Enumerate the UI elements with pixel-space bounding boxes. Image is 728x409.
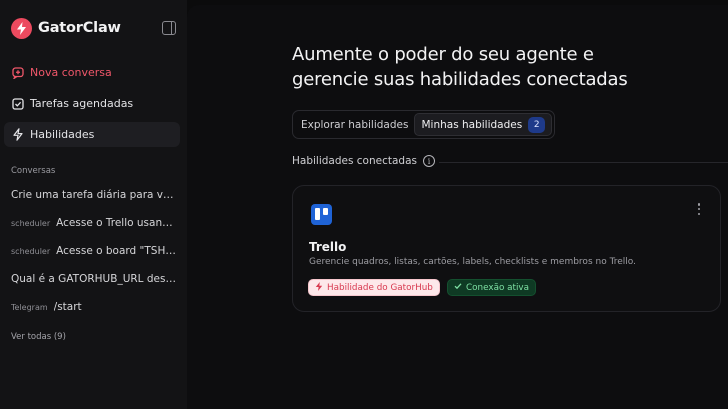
main-area: Aumente o poder do seu agente e gerencie…: [187, 0, 728, 409]
connected-skills-label: Habilidades conectadas: [292, 155, 417, 167]
conversation-title: Acesse o Trello usand...: [56, 217, 177, 229]
chat-plus-icon: [12, 66, 24, 79]
skill-description: Gerencie quadros, listas, cartões, label…: [309, 257, 636, 267]
count-badge: 2: [528, 116, 546, 133]
skills-tabs: Explorar habilidades Minhas habilidades …: [292, 110, 556, 139]
conversation-tag: scheduler: [11, 247, 51, 256]
divider: [439, 162, 728, 163]
page-title: Aumente o poder do seu agente e gerencie…: [292, 42, 712, 92]
sidebar-toggle-icon[interactable]: [162, 21, 176, 35]
checkbox-icon: [12, 97, 24, 110]
gatorhub-skill-badge: Habilidade do GatorHub: [308, 279, 440, 296]
page-title-line-2: gerencie suas habilidades conectadas: [292, 69, 628, 90]
conversation-item[interactable]: Qual é a GATORHUB_URL dest...: [11, 273, 177, 289]
conversation-title: Qual é a GATORHUB_URL dest...: [11, 273, 177, 285]
badge-label: Habilidade do GatorHub: [327, 282, 433, 293]
new-chat-button[interactable]: Nova conversa: [4, 60, 180, 85]
info-icon[interactable]: i: [423, 155, 435, 167]
connection-status-badge: Conexão ativa: [447, 279, 537, 296]
conversation-item[interactable]: scheduler Acesse o Trello usand...: [11, 217, 177, 233]
badge-label: Conexão ativa: [466, 282, 530, 293]
sidebar-item-skills[interactable]: Habilidades: [4, 122, 180, 147]
skill-card-trello[interactable]: Trello Gerencie quadros, listas, cartões…: [292, 185, 721, 312]
main-panel: Aumente o poder do seu agente e gerencie…: [187, 5, 728, 409]
connected-skills-header: Habilidades conectadas i: [292, 155, 435, 167]
page-title-line-1: Aumente o poder do seu agente e: [292, 44, 594, 65]
scheduled-tasks-label: Tarefas agendadas: [30, 97, 134, 110]
conversation-item[interactable]: Telegram /start: [11, 301, 177, 317]
conversation-title: Crie uma tarefa diária para ver...: [11, 189, 177, 201]
conversation-tag: Telegram: [11, 303, 48, 312]
conversation-title: /start: [53, 301, 82, 313]
sidebar: GatorClaw Nova conversa Tarefas agendada…: [0, 0, 187, 409]
trello-logo-icon: [311, 204, 332, 225]
lightning-logo-icon: [11, 17, 32, 39]
sidebar-item-scheduled-tasks[interactable]: Tarefas agendadas: [4, 91, 180, 116]
tab-my-skills[interactable]: Minhas habilidades 2: [414, 113, 553, 136]
new-chat-label: Nova conversa: [30, 66, 112, 79]
skill-title: Trello: [309, 240, 347, 254]
lightning-icon: [315, 281, 323, 294]
brand[interactable]: GatorClaw: [11, 17, 121, 39]
more-options-icon[interactable]: [696, 202, 702, 216]
lightning-icon: [12, 128, 24, 141]
conversation-title: Acesse o board "TSHS...: [56, 245, 177, 257]
skills-label: Habilidades: [30, 128, 95, 141]
tab-explore-skills[interactable]: Explorar habilidades: [295, 113, 414, 136]
see-all-conversations-link[interactable]: Ver todas (9): [11, 332, 66, 342]
app-name: GatorClaw: [38, 20, 121, 36]
tab-label: Minhas habilidades: [421, 118, 523, 131]
conversations-section-label: Conversas: [11, 166, 56, 176]
conversation-tag: scheduler: [11, 219, 51, 228]
conversation-item[interactable]: scheduler Acesse o board "TSHS...: [11, 245, 177, 261]
tab-label: Explorar habilidades: [301, 118, 409, 131]
check-icon: [454, 282, 462, 293]
conversation-item[interactable]: Crie uma tarefa diária para ver...: [11, 189, 177, 205]
